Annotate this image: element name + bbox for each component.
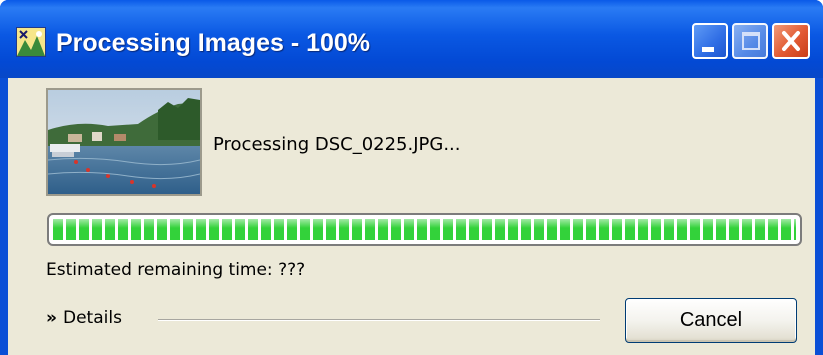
details-toggle[interactable]: » Details (46, 308, 122, 328)
processing-images-dialog: Processing Images - 100% Processing DSC_… (0, 0, 823, 355)
minimize-icon (702, 47, 714, 52)
maximize-icon (742, 32, 760, 50)
remaining-time-label: Estimated remaining time: ??? (46, 260, 306, 280)
title-bar[interactable]: Processing Images - 100% (0, 0, 823, 78)
window-title: Processing Images - 100% (56, 29, 371, 57)
dialog-body: Processing DSC_0225.JPG... Estimated rem… (8, 78, 815, 355)
app-icon (16, 27, 46, 57)
processing-file-label: Processing DSC_0225.JPG... (213, 134, 461, 155)
minimize-button[interactable] (692, 23, 728, 59)
double-chevron-right-icon: » (46, 308, 57, 328)
close-icon (782, 31, 800, 51)
maximize-button[interactable] (732, 23, 768, 59)
window-border-left (0, 78, 8, 355)
cancel-button[interactable]: Cancel (625, 298, 797, 343)
close-button[interactable] (772, 23, 810, 59)
window-border-right (815, 78, 823, 355)
details-label: Details (62, 308, 122, 328)
image-thumbnail (46, 88, 202, 196)
details-separator (158, 319, 600, 321)
progress-bar (47, 213, 802, 246)
progress-fill (53, 219, 796, 240)
